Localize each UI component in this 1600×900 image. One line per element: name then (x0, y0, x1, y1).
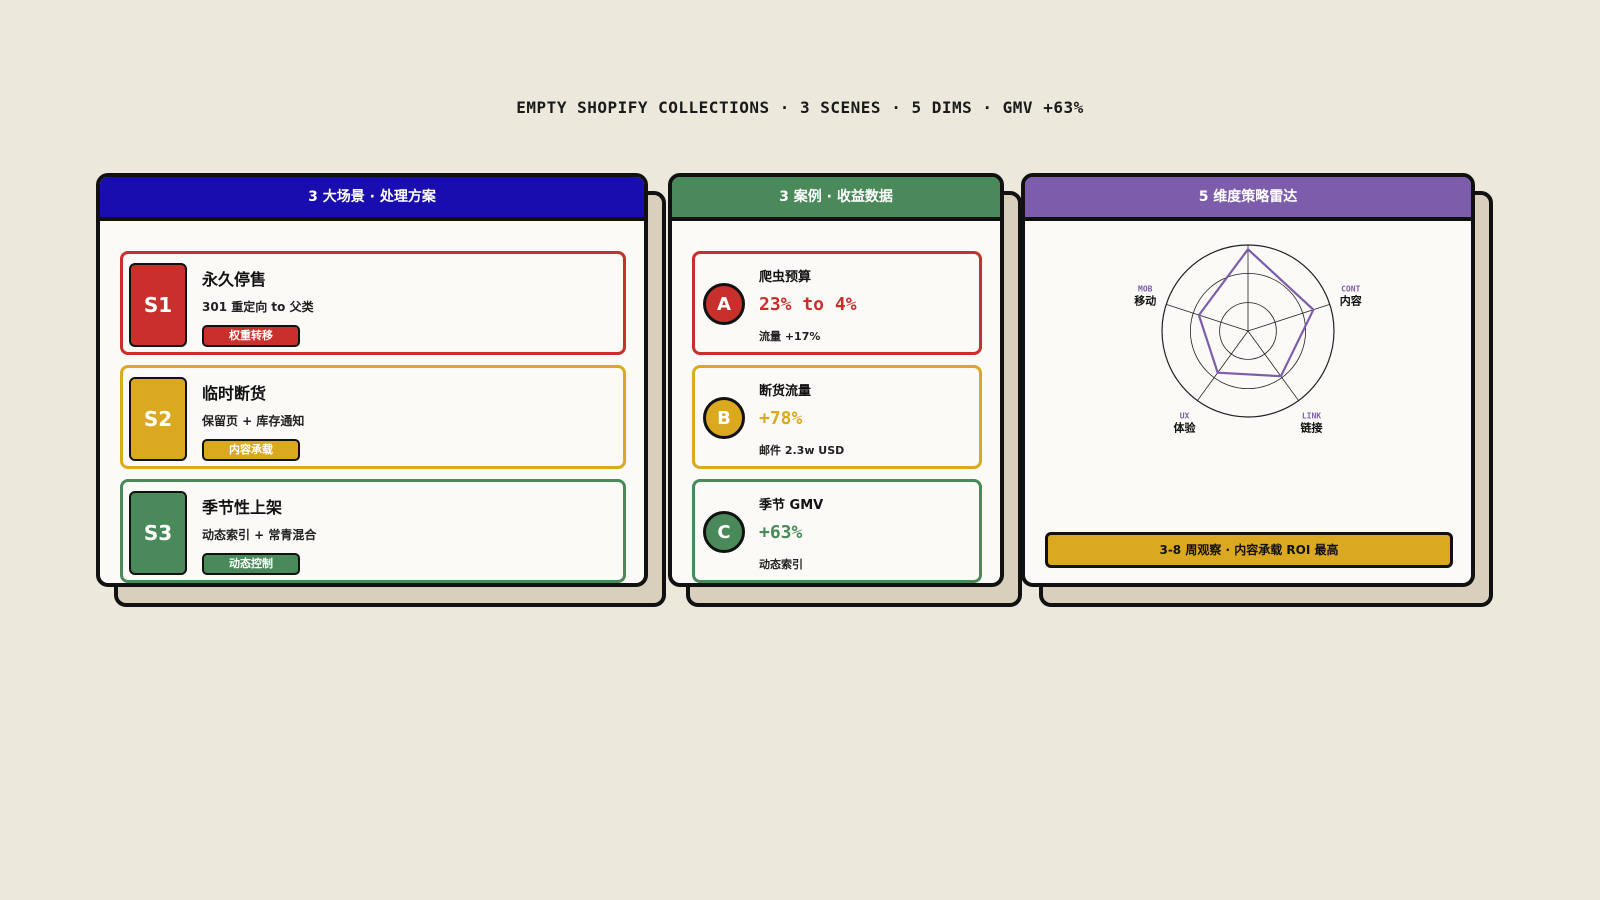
scene-badge: S1 (129, 263, 187, 347)
case-value: +78% (759, 408, 803, 429)
scene-card-s3: S3 季节性上架 动态索引 + 常青混合 动态控制 (120, 479, 626, 583)
case-label: 断货流量 (759, 384, 812, 399)
case-card-a: A 爬虫预算 23% to 4% 流量 +17% (692, 251, 982, 355)
scenes-panel-body: 3 大场景 · 处理方案 S1 永久停售 301 重定向 to 父类 权重转移 … (96, 173, 648, 587)
cases-panel-title: 3 案例 · 收益数据 (672, 177, 1000, 221)
scene-tag: 内容承载 (202, 439, 300, 461)
scene-desc: 301 重定向 to 父类 (202, 300, 314, 314)
radar-spoke (1247, 330, 1299, 401)
scene-title: 临时断货 (202, 384, 267, 403)
radar-axis-code: CONT (1341, 285, 1360, 294)
scene-title: 永久停售 (202, 270, 267, 289)
case-value: 23% to 4% (759, 294, 857, 315)
radar-panel-title: 5 维度策略雷达 (1025, 177, 1471, 221)
scene-desc: 动态索引 + 常青混合 (202, 528, 317, 542)
radar-axis-label: 内容 (1340, 294, 1362, 308)
case-value: +63% (759, 522, 803, 543)
radar-axis-code: MOB (1138, 285, 1153, 294)
page-headline: EMPTY SHOPIFY COLLECTIONS · 3 SCENES · 5… (516, 98, 1084, 117)
scene-card-s2: S2 临时断货 保留页 + 库存通知 内容承载 (120, 365, 626, 469)
radar-axis-label: 链接 (1300, 420, 1322, 434)
case-sub: 动态索引 (759, 558, 803, 571)
cases-panel-body: 3 案例 · 收益数据 A 爬虫预算 23% to 4% 流量 +17% B 断… (668, 173, 1004, 587)
radar-spoke (1197, 330, 1249, 401)
scene-card-s1: S1 永久停售 301 重定向 to 父类 权重转移 (120, 251, 626, 355)
scene-badge: S2 (129, 377, 187, 461)
scene-tag: 动态控制 (202, 553, 300, 575)
case-card-b: B 断货流量 +78% 邮件 2.3w USD (692, 365, 982, 469)
case-sub: 邮件 2.3w USD (759, 444, 845, 457)
radar-axis-code: LINK (1302, 411, 1321, 420)
scenes-panel: 3 大场景 · 处理方案 S1 永久停售 301 重定向 to 父类 权重转移 … (96, 173, 666, 607)
scene-badge: S3 (129, 491, 187, 575)
radar-panel: 5 维度策略雷达 TECH技术CONT内容LINK链接UX体验MOB移动 3-8… (1021, 173, 1493, 607)
radar-panel-body: 5 维度策略雷达 TECH技术CONT内容LINK链接UX体验MOB移动 3-8… (1021, 173, 1475, 587)
radar-chart: TECH技术CONT内容LINK链接UX体验MOB移动 (1134, 244, 1362, 434)
roi-footer-bar: 3-8 周观察 · 内容承载 ROI 最高 (1045, 532, 1453, 568)
case-label: 爬虫预算 (759, 270, 812, 285)
case-sub: 流量 +17% (759, 330, 821, 343)
scenes-panel-title: 3 大场景 · 处理方案 (100, 177, 644, 221)
case-badge: B (703, 397, 745, 439)
cases-panel: 3 案例 · 收益数据 A 爬虫预算 23% to 4% 流量 +17% B 断… (668, 173, 1022, 607)
scene-desc: 保留页 + 库存通知 (202, 414, 305, 428)
radar-axis-code: UX (1180, 411, 1190, 420)
radar-series-shape (1197, 248, 1315, 378)
case-card-c: C 季节 GMV +63% 动态索引 (692, 479, 982, 583)
scene-tag: 权重转移 (202, 325, 300, 347)
case-badge: C (703, 511, 745, 553)
scene-title: 季节性上架 (202, 498, 283, 517)
case-badge: A (703, 283, 745, 325)
radar-spoke (1247, 304, 1330, 332)
radar-spoke (1166, 304, 1249, 332)
radar-axis-label: 移动 (1134, 294, 1156, 308)
case-label: 季节 GMV (759, 498, 824, 513)
radar-axis-label: 体验 (1174, 420, 1197, 434)
